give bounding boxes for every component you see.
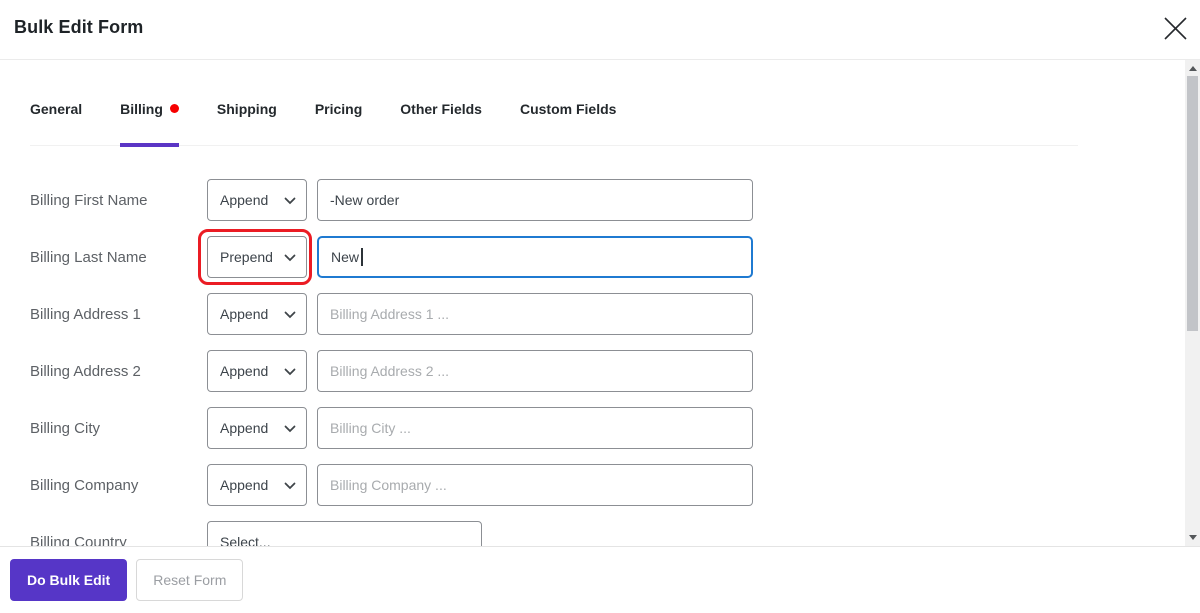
tab-shipping[interactable]: Shipping [217, 100, 277, 145]
chevron-down-icon [284, 420, 296, 436]
field-label: Billing Address 2 [30, 362, 141, 380]
mode-select-billing-first-name[interactable]: Append [207, 179, 307, 221]
vertical-scrollbar [1185, 60, 1200, 546]
form-row-billing-address-2: Billing Address 2 Append [30, 350, 1200, 392]
value-input-billing-address-1[interactable] [317, 293, 753, 335]
mode-select-billing-address-2[interactable]: Append [207, 350, 307, 392]
bulk-edit-modal: Bulk Edit Form General Billing Shipping … [0, 0, 1200, 613]
value-input-billing-company[interactable] [317, 464, 753, 506]
field-label: Billing Company [30, 476, 139, 494]
form-row-billing-address-1: Billing Address 1 Append [30, 293, 1200, 335]
field-label: Billing Address 1 [30, 305, 141, 323]
mode-select-billing-last-name[interactable]: Prepend [207, 236, 307, 278]
field-label: Billing Country [30, 533, 127, 547]
field-label: Billing First Name [30, 191, 148, 209]
text-cursor [361, 248, 363, 266]
chevron-down-icon [284, 477, 296, 493]
chevron-down-icon [284, 363, 296, 379]
mode-select-billing-city[interactable]: Append [207, 407, 307, 449]
modal-body: General Billing Shipping Pricing Other F… [0, 60, 1200, 546]
tab-pricing[interactable]: Pricing [315, 100, 362, 145]
field-label: Billing Last Name [30, 248, 147, 266]
form-row-billing-last-name: Billing Last Name Prepend [30, 229, 1200, 285]
form-row-billing-first-name: Billing First Name Append [30, 179, 1200, 221]
value-input-billing-address-2[interactable] [317, 350, 753, 392]
tab-bar: General Billing Shipping Pricing Other F… [30, 60, 1078, 147]
form-row-billing-country: Billing Country Select... [30, 521, 1200, 546]
scrollbar-thumb[interactable] [1187, 76, 1198, 331]
mode-select-billing-company[interactable]: Append [207, 464, 307, 506]
field-label: Billing City [30, 419, 101, 437]
close-icon [1162, 15, 1189, 45]
value-input-billing-first-name[interactable] [317, 179, 753, 221]
reset-form-button[interactable]: Reset Form [136, 559, 244, 601]
chevron-down-icon [284, 249, 296, 265]
form-row-billing-company: Billing Company Append [30, 464, 1200, 506]
chevron-down-icon [284, 192, 296, 208]
page-title: Bulk Edit Form [14, 17, 144, 37]
do-bulk-edit-button[interactable]: Do Bulk Edit [10, 559, 128, 601]
value-input-billing-last-name[interactable] [317, 236, 753, 278]
unsaved-changes-dot [169, 104, 179, 113]
mode-select-billing-address-1[interactable]: Append [207, 293, 307, 335]
scroll-up-arrow-icon[interactable] [1188, 66, 1197, 71]
form-row-billing-city: Billing City Append [30, 407, 1200, 449]
tab-custom-fields[interactable]: Custom Fields [520, 100, 616, 145]
billing-form: Billing First Name Append Billing Last N… [0, 179, 1200, 546]
tab-general[interactable]: General [30, 100, 82, 145]
chevron-down-icon [284, 306, 296, 322]
tab-billing[interactable]: Billing [120, 100, 179, 147]
scroll-down-arrow-icon[interactable] [1188, 535, 1197, 540]
modal-footer: Do Bulk Edit Reset Form [0, 546, 1200, 613]
tab-other-fields[interactable]: Other Fields [400, 100, 482, 145]
country-select[interactable]: Select... [207, 521, 482, 546]
modal-header: Bulk Edit Form [0, 0, 1200, 60]
close-button[interactable] [1158, 13, 1192, 47]
value-input-billing-city[interactable] [317, 407, 753, 449]
